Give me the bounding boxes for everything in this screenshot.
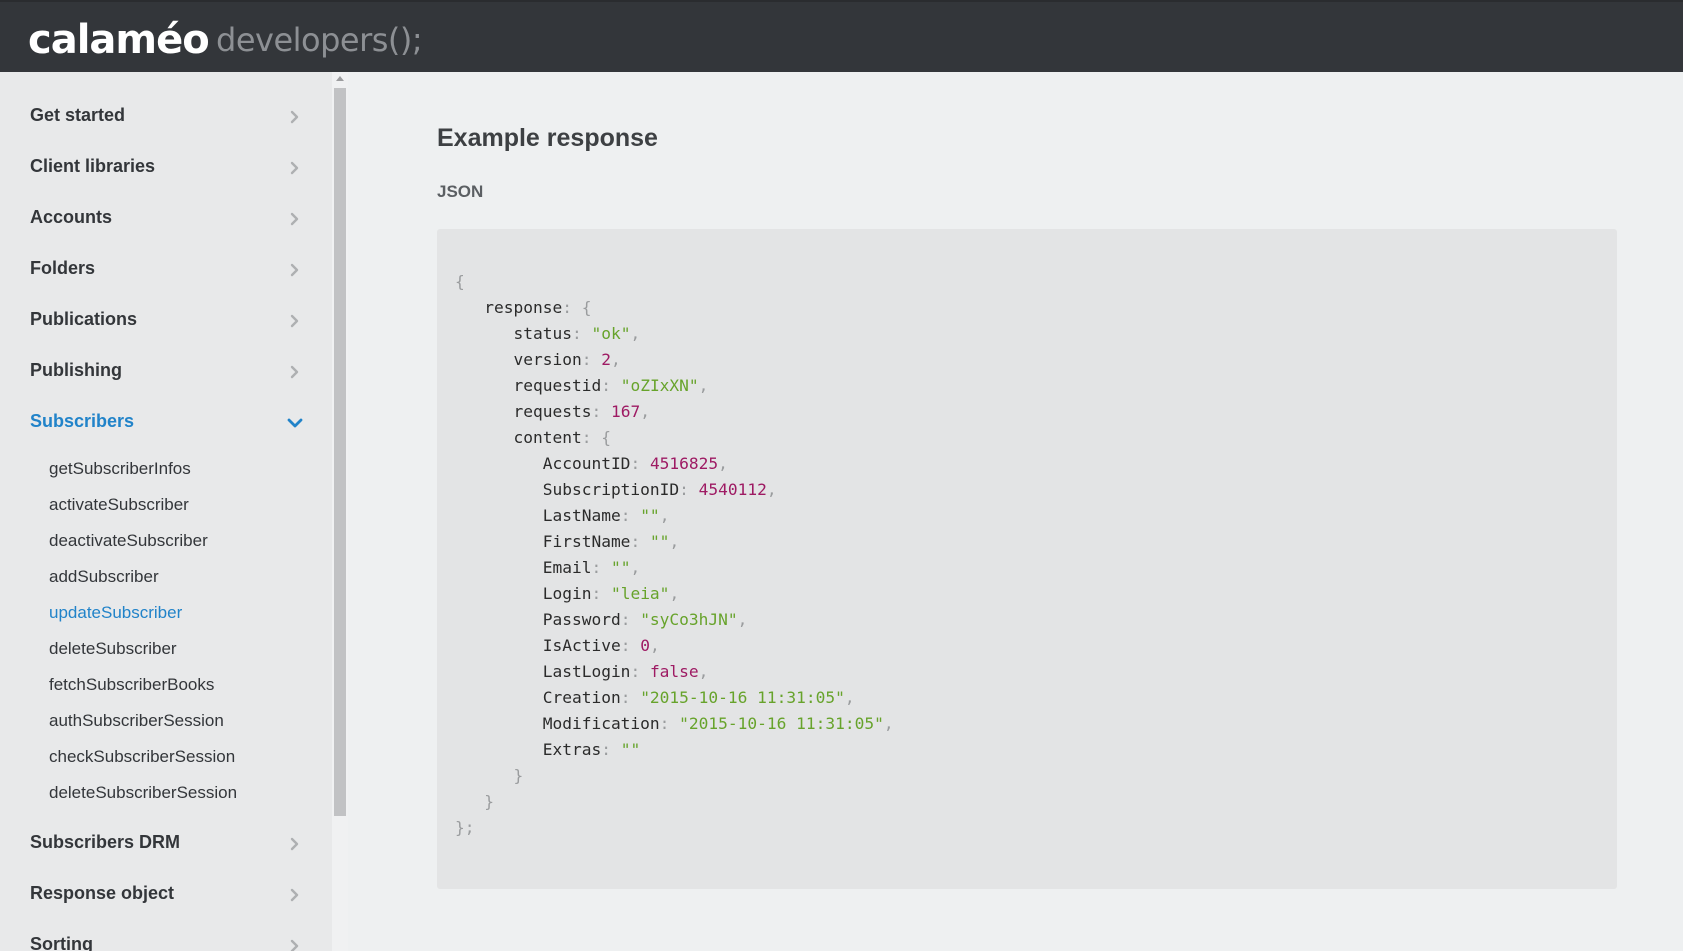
chevron-right-icon [288, 345, 302, 396]
sidebar-subitem-authsubscribersession[interactable]: authSubscriberSession [0, 703, 332, 739]
json-response-code: { response: { status: "ok", version: 2, … [455, 272, 894, 837]
developers-tagline: developers(); [216, 21, 423, 59]
sidebar-item-label: Client libraries [30, 156, 156, 176]
sidebar-item-get-started[interactable]: Get started [0, 90, 332, 141]
sidebar-item-label: Folders [30, 258, 96, 278]
sidebar-nav: Get started Client libraries Accounts Fo… [0, 72, 332, 951]
sidebar-item-accounts[interactable]: Accounts [0, 192, 332, 243]
sidebar-item-folders[interactable]: Folders [0, 243, 332, 294]
chevron-right-icon [288, 192, 302, 243]
sidebar-item-label: Subscribers [30, 411, 135, 431]
sidebar-item-sorting[interactable]: Sorting [0, 919, 332, 951]
sidebar-item-label: Publishing [30, 360, 122, 380]
value-email: "" [610, 558, 631, 577]
sidebar-subitem-deactivatesubscriber[interactable]: deactivateSubscriber [0, 523, 332, 559]
value-firstname: "" [649, 532, 670, 551]
sidebar-subitem-updatesubscriber[interactable]: updateSubscriber [0, 595, 332, 631]
code-block: { response: { status: "ok", version: 2, … [437, 229, 1617, 889]
sidebar-item-label: Get started [30, 105, 126, 125]
value-requests: 167 [610, 402, 641, 421]
sidebar-subitem-activatesubscriber[interactable]: activateSubscriber [0, 487, 332, 523]
subscribers-submenu: getSubscriberInfos activateSubscriber de… [0, 447, 332, 817]
value-accountid: 4516825 [649, 454, 719, 473]
sidebar-item-publishing[interactable]: Publishing [0, 345, 332, 396]
chevron-right-icon [288, 868, 302, 919]
sidebar-subitem-deletesubscriber[interactable]: deleteSubscriber [0, 631, 332, 667]
sidebar-item-label: Accounts [30, 207, 113, 227]
sidebar-subitem-addsubscriber[interactable]: addSubscriber [0, 559, 332, 595]
sidebar-item-subscribers[interactable]: Subscribers [0, 396, 332, 447]
sidebar-item-response-object[interactable]: Response object [0, 868, 332, 919]
sidebar-item-subscribers-drm[interactable]: Subscribers DRM [0, 817, 332, 868]
scrollbar-thumb[interactable] [334, 88, 346, 816]
value-lastname: "" [640, 506, 660, 525]
top-header: calaméo developers(); [0, 0, 1683, 72]
value-modification: "2015-10-16 11:31:05" [679, 714, 884, 733]
chevron-right-icon [288, 90, 302, 141]
value-creation: "2015-10-16 11:31:05" [640, 688, 845, 707]
calameo-logo[interactable]: calaméo [28, 10, 210, 70]
nav-list: Get started Client libraries Accounts Fo… [0, 90, 332, 951]
sidebar-item-label: Publications [30, 309, 138, 329]
sidebar-subitem-deletesubscribersession[interactable]: deleteSubscriberSession [0, 775, 332, 811]
value-version: 2 [601, 350, 611, 369]
section-title: Example response [437, 124, 658, 152]
value-isactive: 0 [640, 636, 650, 655]
sidebar-scrollbar[interactable] [332, 72, 348, 951]
value-password: "syCo3hJN" [640, 610, 738, 629]
chevron-right-icon [288, 919, 302, 951]
sidebar-item-label: Subscribers DRM [30, 832, 181, 852]
main-content: Example response JSON { response: { stat… [348, 72, 1683, 951]
sidebar-subitem-fetchsubscriberbooks[interactable]: fetchSubscriberBooks [0, 667, 332, 703]
sidebar-item-publications[interactable]: Publications [0, 294, 332, 345]
chevron-right-icon [288, 294, 302, 345]
format-label: JSON [437, 182, 484, 201]
value-requestid: "oZIxXN" [620, 376, 699, 395]
chevron-right-icon [288, 243, 302, 294]
subscribers-sublist: getSubscriberInfos activateSubscriber de… [0, 447, 332, 817]
sidebar-subitem-checksubscribersession[interactable]: checkSubscriberSession [0, 739, 332, 775]
chevron-down-icon [287, 396, 303, 447]
chevron-right-icon [288, 817, 302, 868]
value-subscriptionid: 4540112 [698, 480, 767, 499]
value-lastlogin: false [649, 662, 699, 681]
sidebar-item-label: Sorting [30, 934, 93, 951]
sidebar-item-label: Response object [30, 883, 175, 903]
value-login: "leia" [610, 584, 670, 603]
value-status: "ok" [591, 324, 631, 343]
scroll-up-arrow-icon[interactable] [336, 76, 344, 81]
value-extras: "" [620, 740, 641, 759]
sidebar-item-client-libraries[interactable]: Client libraries [0, 141, 332, 192]
sidebar-subitem-getsubscriberinfos[interactable]: getSubscriberInfos [0, 451, 332, 487]
chevron-right-icon [288, 141, 302, 192]
